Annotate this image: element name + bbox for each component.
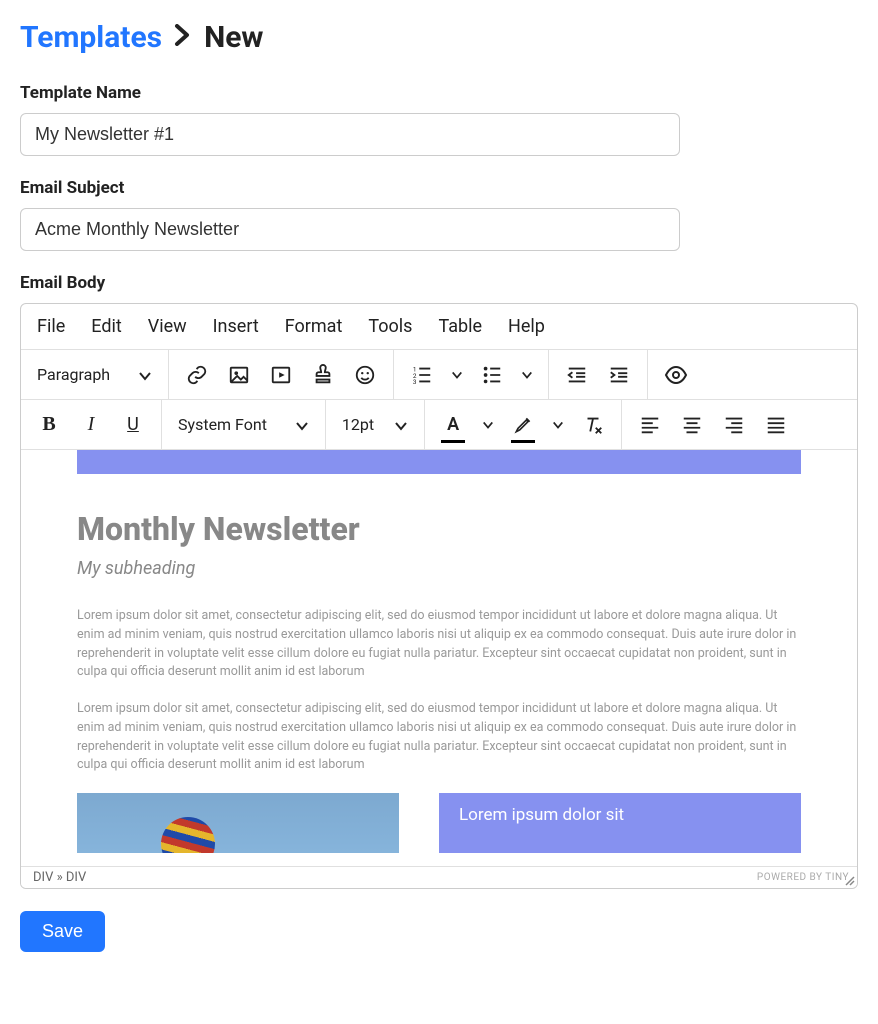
newsletter-header-bar [77, 450, 801, 474]
chevron-down-icon [394, 418, 408, 432]
media-icon[interactable] [267, 361, 295, 389]
menu-table[interactable]: Table [438, 316, 482, 337]
clear-formatting-icon[interactable] [579, 411, 607, 439]
newsletter-paragraph: Lorem ipsum dolor sit amet, consectetur … [77, 700, 801, 775]
italic-button[interactable]: I [77, 411, 105, 439]
svg-text:3: 3 [413, 378, 417, 386]
font-size-label: 12pt [342, 415, 374, 434]
breadcrumb-root-link[interactable]: Templates [20, 20, 162, 55]
text-color-menu[interactable] [481, 411, 495, 439]
email-subject-label: Email Subject [20, 178, 858, 198]
editor-menubar: File Edit View Insert Format Tools Table… [21, 304, 857, 350]
rich-text-editor: File Edit View Insert Format Tools Table… [20, 303, 858, 889]
email-body-label: Email Body [20, 273, 858, 293]
bold-button[interactable]: B [35, 411, 63, 439]
menu-tools[interactable]: Tools [368, 316, 412, 337]
stamp-icon[interactable] [309, 361, 337, 389]
outdent-icon[interactable] [563, 361, 591, 389]
menu-view[interactable]: View [148, 316, 187, 337]
link-icon[interactable] [183, 361, 211, 389]
breadcrumb: Templates New [20, 20, 858, 55]
align-justify-icon[interactable] [762, 411, 790, 439]
align-right-icon[interactable] [720, 411, 748, 439]
align-center-icon[interactable] [678, 411, 706, 439]
font-size-select[interactable]: 12pt [340, 415, 410, 434]
font-family-select[interactable]: System Font [176, 415, 311, 434]
text-color-button[interactable]: A [439, 411, 467, 439]
chevron-down-icon [138, 368, 152, 382]
newsletter-columns: Lorem ipsum dolor sit [77, 793, 801, 853]
toolbar-row-2: B I U System Font 12pt A [21, 400, 857, 450]
template-name-input[interactable] [20, 113, 680, 156]
menu-insert[interactable]: Insert [213, 316, 259, 337]
newsletter-callout: Lorem ipsum dolor sit [439, 793, 801, 853]
block-format-select[interactable]: Paragraph [35, 365, 154, 384]
preview-icon[interactable] [662, 361, 690, 389]
indent-icon[interactable] [605, 361, 633, 389]
editor-statusbar: DIV » DIV POWERED BY TINY [21, 866, 857, 888]
bullet-list-icon[interactable] [478, 361, 506, 389]
editor-content-area[interactable]: Monthly Newsletter My subheading Lorem i… [21, 450, 857, 866]
breadcrumb-current: New [204, 20, 263, 55]
menu-format[interactable]: Format [285, 316, 343, 337]
image-icon[interactable] [225, 361, 253, 389]
breadcrumb-separator-icon [174, 23, 192, 53]
highlight-color-button[interactable] [509, 411, 537, 439]
newsletter-subheading: My subheading [77, 558, 801, 579]
toolbar-row-1: Paragraph 123 [21, 350, 857, 400]
highlight-color-menu[interactable] [551, 411, 565, 439]
menu-edit[interactable]: Edit [91, 316, 121, 337]
email-subject-input[interactable] [20, 208, 680, 251]
balloon-icon [161, 817, 215, 853]
chevron-down-icon [295, 418, 309, 432]
newsletter-title: Monthly Newsletter [77, 510, 801, 548]
font-family-label: System Font [178, 415, 267, 434]
editor-branding: POWERED BY TINY [757, 872, 849, 883]
callout-text: Lorem ipsum dolor sit [459, 805, 624, 825]
resize-handle-icon[interactable] [843, 874, 855, 886]
newsletter-image-placeholder [77, 793, 399, 853]
underline-button[interactable]: U [119, 411, 147, 439]
emoji-icon[interactable] [351, 361, 379, 389]
numbered-list-icon[interactable]: 123 [408, 361, 436, 389]
element-path[interactable]: DIV » DIV [33, 870, 86, 885]
save-button[interactable]: Save [20, 911, 105, 952]
newsletter-paragraph: Lorem ipsum dolor sit amet, consectetur … [77, 607, 801, 682]
align-left-icon[interactable] [636, 411, 664, 439]
menu-file[interactable]: File [37, 316, 65, 337]
block-format-label: Paragraph [37, 365, 110, 384]
menu-help[interactable]: Help [508, 316, 545, 337]
bullet-list-menu[interactable] [520, 361, 534, 389]
numbered-list-menu[interactable] [450, 361, 464, 389]
template-name-label: Template Name [20, 83, 858, 103]
